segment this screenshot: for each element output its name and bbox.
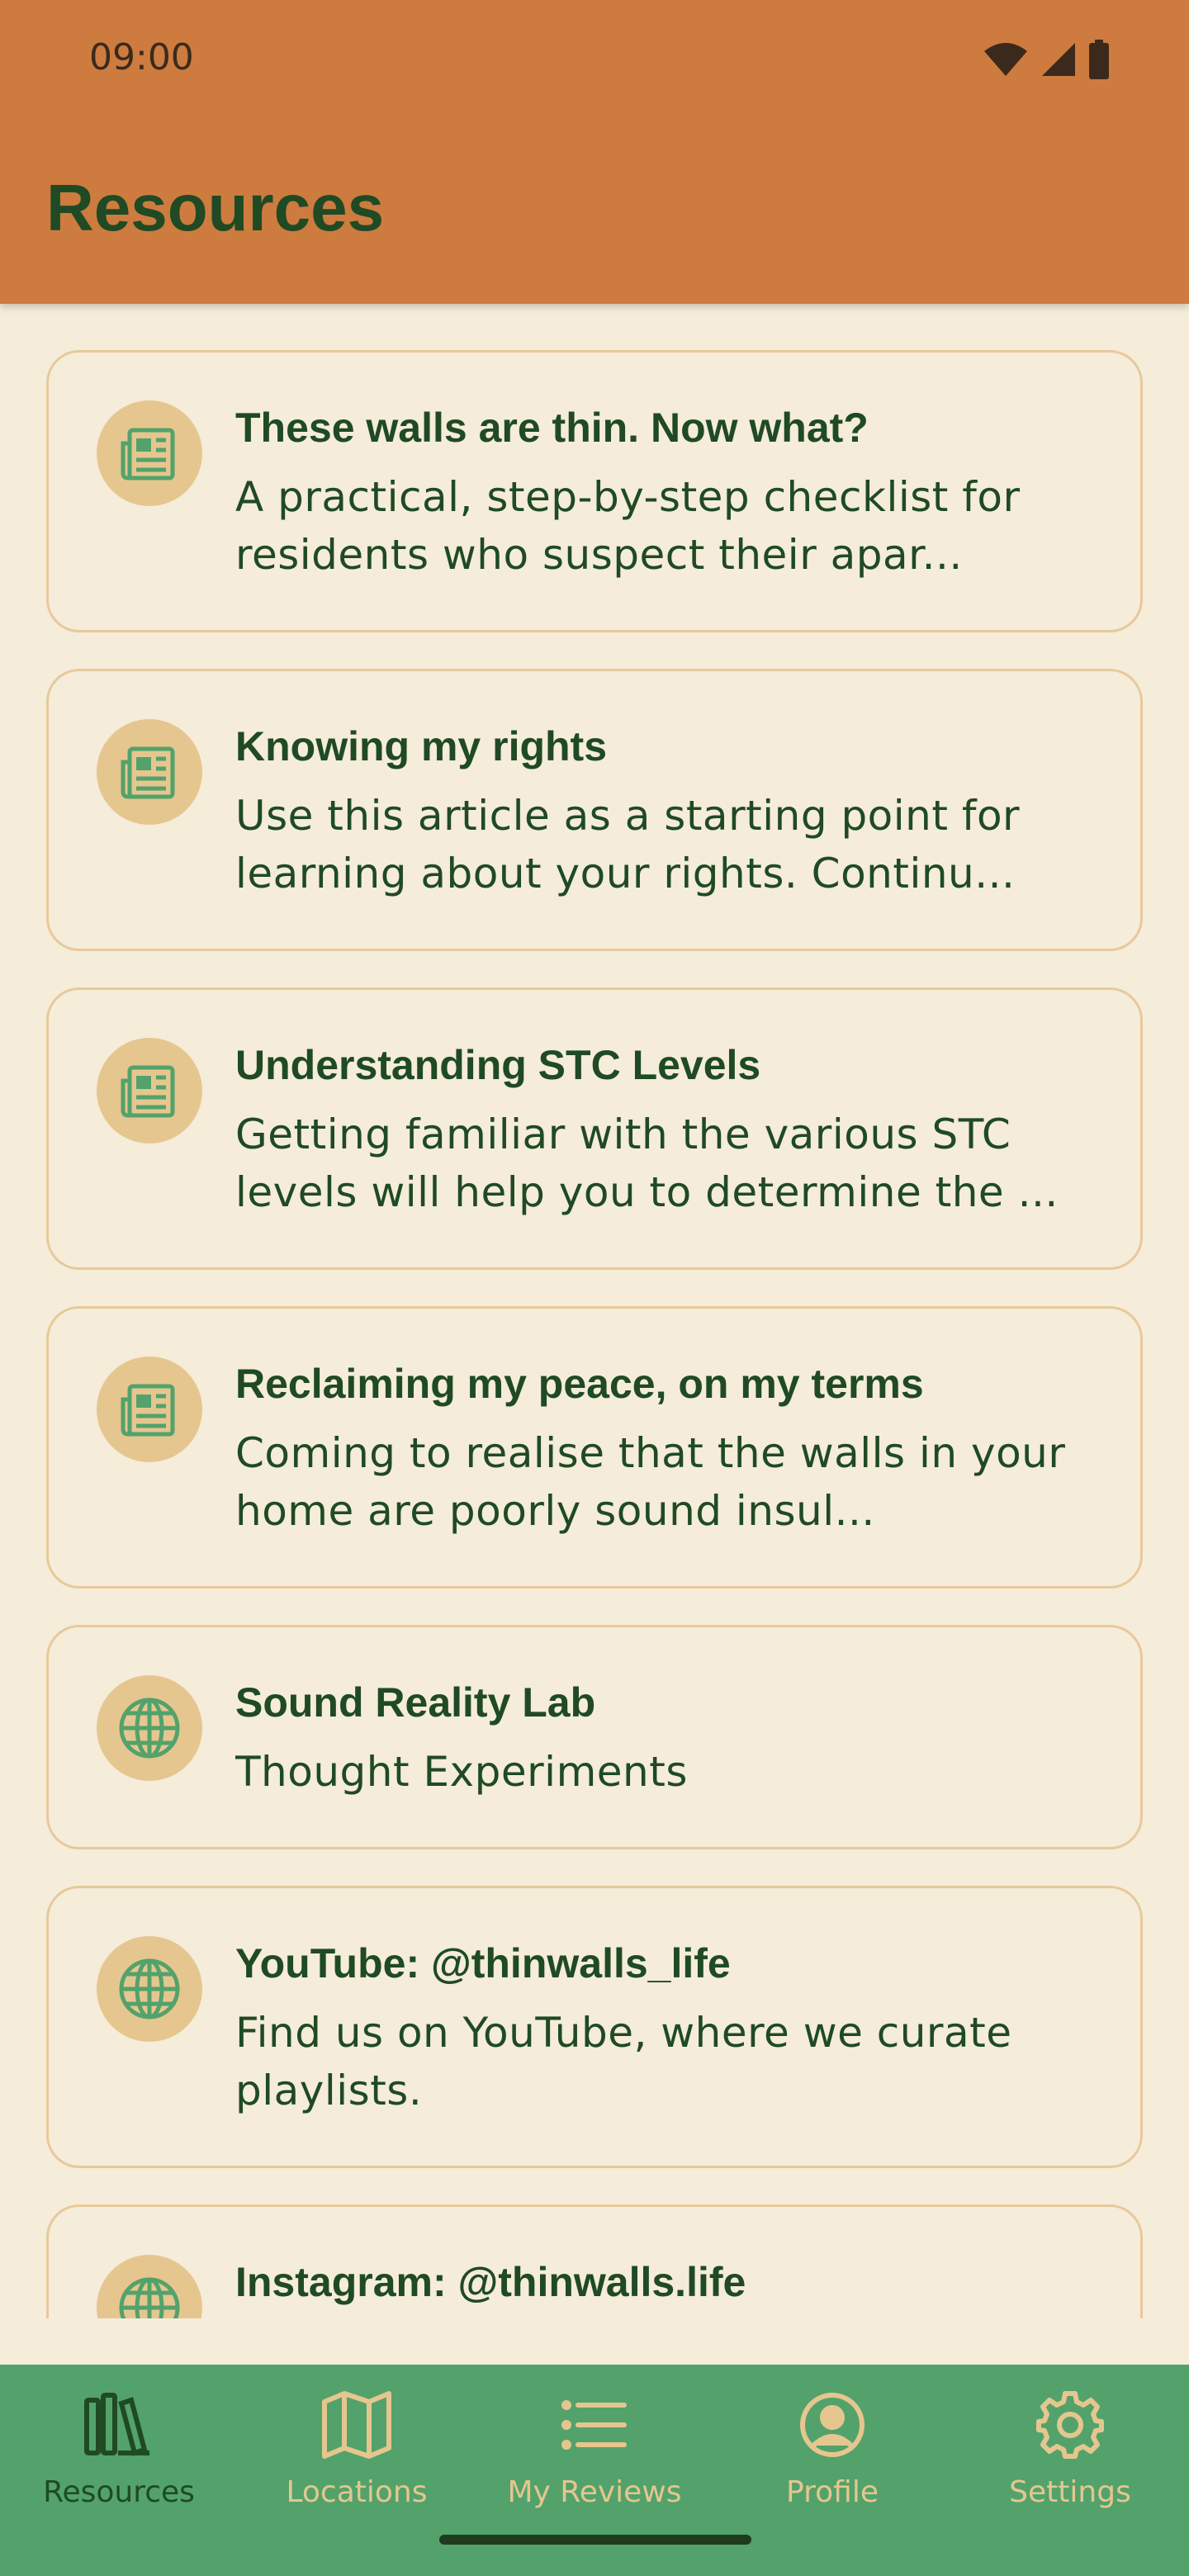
screen: 09:00 Resources These walls are thin. No… xyxy=(0,0,1189,2576)
map-icon xyxy=(320,2388,394,2462)
resource-card[interactable]: Knowing my rights Use this article as a … xyxy=(46,669,1143,951)
bottom-navigation: Resources Locations My Reviews Profile S… xyxy=(0,2365,1189,2576)
article-icon xyxy=(97,400,202,506)
nav-item-locations[interactable]: Locations xyxy=(238,2365,476,2576)
resource-description: A practical, step-by-step checklist for … xyxy=(235,473,1021,579)
page-title: Resources xyxy=(46,171,385,244)
resource-description: Use this article as a starting point for… xyxy=(235,792,1021,897)
resource-description: Coming to realise that the walls in your… xyxy=(235,1429,1066,1535)
article-icon xyxy=(97,1038,202,1144)
resource-description: Getting familiar with the various STC le… xyxy=(235,1110,1059,1216)
globe-icon xyxy=(97,2255,202,2318)
resource-title: These walls are thin. Now what? xyxy=(235,405,869,451)
resource-title: Knowing my rights xyxy=(235,723,607,769)
home-indicator[interactable] xyxy=(439,2535,751,2545)
resource-list[interactable]: These walls are thin. Now what? A practi… xyxy=(0,304,1189,2318)
status-icons xyxy=(983,40,1110,79)
resource-card[interactable]: These walls are thin. Now what? A practi… xyxy=(46,350,1143,632)
resource-card[interactable]: Sound Reality Lab Thought Experiments xyxy=(46,1625,1143,1849)
resource-title: Sound Reality Lab xyxy=(235,1679,596,1726)
nav-item-settings[interactable]: Settings xyxy=(951,2365,1189,2576)
resource-card[interactable]: Reclaiming my peace, on my terms Coming … xyxy=(46,1306,1143,1589)
resource-description: Find us on YouTube, where we curate play… xyxy=(235,2009,1012,2114)
app-bar: 09:00 Resources xyxy=(0,0,1189,304)
profile-icon xyxy=(795,2388,869,2462)
resource-title: YouTube: @thinwalls_life xyxy=(235,1940,731,1986)
status-time: 09:00 xyxy=(89,36,194,78)
nav-label: Locations xyxy=(286,2475,428,2509)
resource-card[interactable]: Instagram: @thinwalls.life xyxy=(46,2204,1143,2318)
resource-card[interactable]: YouTube: @thinwalls_life Find us on YouT… xyxy=(46,1886,1143,2168)
resource-title: Instagram: @thinwalls.life xyxy=(235,2259,746,2305)
gear-icon xyxy=(1033,2388,1107,2462)
nav-label: Settings xyxy=(1009,2475,1131,2509)
list-icon xyxy=(557,2388,632,2462)
battery-icon xyxy=(1089,40,1109,79)
nav-label: Resources xyxy=(43,2475,195,2509)
library-icon xyxy=(82,2388,156,2462)
nav-label: Profile xyxy=(786,2475,879,2509)
resource-title: Reclaiming my peace, on my terms xyxy=(235,1361,924,1407)
wifi-icon xyxy=(984,43,1027,76)
nav-item-resources[interactable]: Resources xyxy=(0,2365,238,2576)
globe-icon xyxy=(97,1675,202,1781)
article-icon xyxy=(97,719,202,825)
article-icon xyxy=(97,1357,202,1462)
nav-item-profile[interactable]: Profile xyxy=(713,2365,951,2576)
resource-description: Thought Experiments xyxy=(235,1748,688,1796)
globe-icon xyxy=(97,1936,202,2042)
resource-card[interactable]: Understanding STC Levels Getting familia… xyxy=(46,987,1143,1270)
signal-icon xyxy=(1042,43,1075,76)
resource-title: Understanding STC Levels xyxy=(235,1042,761,1088)
nav-label: My Reviews xyxy=(507,2475,682,2509)
